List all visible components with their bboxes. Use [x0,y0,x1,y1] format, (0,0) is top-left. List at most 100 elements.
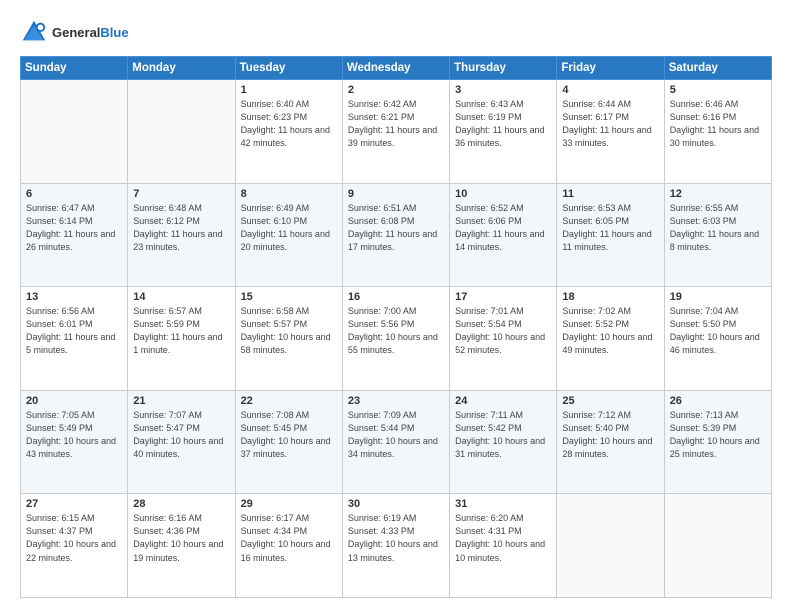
calendar-day-cell: 15Sunrise: 6:58 AMSunset: 5:57 PMDayligh… [235,287,342,391]
day-number: 26 [670,395,766,407]
day-detail: Sunrise: 7:05 AMSunset: 5:49 PMDaylight:… [26,409,122,461]
day-number: 2 [348,84,444,96]
page-header: GeneralBlue [20,18,772,46]
day-detail: Sunrise: 6:57 AMSunset: 5:59 PMDaylight:… [133,305,229,357]
weekday-header: Tuesday [235,57,342,80]
calendar-day-cell: 21Sunrise: 7:07 AMSunset: 5:47 PMDayligh… [128,390,235,494]
day-number: 14 [133,291,229,303]
day-detail: Sunrise: 6:20 AMSunset: 4:31 PMDaylight:… [455,512,551,564]
day-detail: Sunrise: 6:19 AMSunset: 4:33 PMDaylight:… [348,512,444,564]
calendar-day-cell: 13 Sunrise: 6:56 AMSunset: 6:01 PMDayligh… [21,287,128,391]
calendar-day-cell: 4Sunrise: 6:44 AMSunset: 6:17 PMDaylight… [557,80,664,184]
calendar-day-cell: 17Sunrise: 7:01 AMSunset: 5:54 PMDayligh… [450,287,557,391]
day-number: 1 [241,84,337,96]
calendar-day-cell: 7 Sunrise: 6:48 AMSunset: 6:12 PMDaylight… [128,183,235,287]
calendar-day-cell: 1 Sunrise: 6:40 AMSunset: 6:23 PMDaylight… [235,80,342,184]
calendar-table: SundayMondayTuesdayWednesdayThursdayFrid… [20,56,772,598]
day-detail: Sunrise: 6:52 AMSunset: 6:06 PMDaylight:… [455,202,551,254]
day-detail: Sunrise: 7:04 AMSunset: 5:50 PMDaylight:… [670,305,766,357]
day-detail: Sunrise: 7:02 AMSunset: 5:52 PMDaylight:… [562,305,658,357]
day-detail: Sunrise: 7:09 AMSunset: 5:44 PMDaylight:… [348,409,444,461]
day-number: 21 [133,395,229,407]
day-number: 27 [26,498,122,510]
day-number: 7 [133,188,229,200]
day-detail: Sunrise: 7:08 AMSunset: 5:45 PMDaylight:… [241,409,337,461]
day-detail: Sunrise: 7:13 AMSunset: 5:39 PMDaylight:… [670,409,766,461]
calendar-day-cell [21,80,128,184]
calendar-day-cell: 14 Sunrise: 6:57 AMSunset: 5:59 PMDayligh… [128,287,235,391]
calendar-page: GeneralBlue SundayMondayTuesdayWednesday… [0,0,792,612]
day-detail: Sunrise: 6:15 AMSunset: 4:37 PMDaylight:… [26,512,122,564]
day-number: 5 [670,84,766,96]
weekday-header: Monday [128,57,235,80]
day-detail: Sunrise: 7:12 AMSunset: 5:40 PMDaylight:… [562,409,658,461]
calendar-day-cell: 5 Sunrise: 6:46 AMSunset: 6:16 PMDaylight… [664,80,771,184]
day-detail: Sunrise: 6:46 AMSunset: 6:16 PMDaylight:… [670,98,766,150]
calendar-week-row: 1 Sunrise: 6:40 AMSunset: 6:23 PMDaylight… [21,80,772,184]
calendar-day-cell: 27 Sunrise: 6:15 AMSunset: 4:37 PMDayligh… [21,494,128,598]
day-detail: Sunrise: 6:40 AMSunset: 6:23 PMDaylight:… [241,98,337,150]
calendar-day-cell: 16 Sunrise: 7:00 AMSunset: 5:56 PMDayligh… [342,287,449,391]
day-detail: Sunrise: 6:17 AMSunset: 4:34 PMDaylight:… [241,512,337,564]
calendar-week-row: 6Sunrise: 6:47 AMSunset: 6:14 PMDaylight… [21,183,772,287]
day-number: 17 [455,291,551,303]
day-number: 25 [562,395,658,407]
weekday-header: Wednesday [342,57,449,80]
day-detail: Sunrise: 7:00 AMSunset: 5:56 PMDaylight:… [348,305,444,357]
weekday-header: Thursday [450,57,557,80]
day-number: 9 [348,188,444,200]
day-number: 18 [562,291,658,303]
day-number: 16 [348,291,444,303]
day-detail: Sunrise: 6:43 AMSunset: 6:19 PMDaylight:… [455,98,551,150]
day-number: 29 [241,498,337,510]
day-detail: Sunrise: 6:49 AMSunset: 6:10 PMDaylight:… [241,202,337,254]
calendar-day-cell [557,494,664,598]
calendar-day-cell: 22Sunrise: 7:08 AMSunset: 5:45 PMDayligh… [235,390,342,494]
calendar-day-cell: 19Sunrise: 7:04 AMSunset: 5:50 PMDayligh… [664,287,771,391]
calendar-day-cell: 25 Sunrise: 7:12 AMSunset: 5:40 PMDayligh… [557,390,664,494]
day-detail: Sunrise: 6:56 AMSunset: 6:01 PMDaylight:… [26,305,122,357]
calendar-day-cell [664,494,771,598]
day-detail: Sunrise: 6:58 AMSunset: 5:57 PMDaylight:… [241,305,337,357]
weekday-header: Friday [557,57,664,80]
calendar-day-cell: 20 Sunrise: 7:05 AMSunset: 5:49 PMDayligh… [21,390,128,494]
weekday-header: Sunday [21,57,128,80]
day-detail: Sunrise: 6:44 AMSunset: 6:17 PMDaylight:… [562,98,658,150]
calendar-day-cell: 8Sunrise: 6:49 AMSunset: 6:10 PMDaylight… [235,183,342,287]
day-number: 20 [26,395,122,407]
calendar-week-row: 27 Sunrise: 6:15 AMSunset: 4:37 PMDayligh… [21,494,772,598]
calendar-day-cell: 9 Sunrise: 6:51 AMSunset: 6:08 PMDaylight… [342,183,449,287]
calendar-day-cell: 2Sunrise: 6:42 AMSunset: 6:21 PMDaylight… [342,80,449,184]
calendar-day-cell: 23 Sunrise: 7:09 AMSunset: 5:44 PMDayligh… [342,390,449,494]
day-number: 30 [348,498,444,510]
calendar-day-cell [128,80,235,184]
day-number: 13 [26,291,122,303]
calendar-day-cell: 31 Sunrise: 6:20 AMSunset: 4:31 PMDayligh… [450,494,557,598]
day-detail: Sunrise: 6:51 AMSunset: 6:08 PMDaylight:… [348,202,444,254]
day-number: 12 [670,188,766,200]
day-number: 11 [562,188,658,200]
calendar-day-cell: 12 Sunrise: 6:55 AMSunset: 6:03 PMDayligh… [664,183,771,287]
calendar-day-cell: 30 Sunrise: 6:19 AMSunset: 4:33 PMDayligh… [342,494,449,598]
day-number: 6 [26,188,122,200]
day-number: 24 [455,395,551,407]
day-detail: Sunrise: 6:53 AMSunset: 6:05 PMDaylight:… [562,202,658,254]
calendar-day-cell: 26 Sunrise: 7:13 AMSunset: 5:39 PMDayligh… [664,390,771,494]
logo-text: GeneralBlue [52,25,129,40]
day-detail: Sunrise: 6:48 AMSunset: 6:12 PMDaylight:… [133,202,229,254]
day-detail: Sunrise: 6:55 AMSunset: 6:03 PMDaylight:… [670,202,766,254]
day-number: 31 [455,498,551,510]
day-number: 10 [455,188,551,200]
calendar-day-cell: 6Sunrise: 6:47 AMSunset: 6:14 PMDaylight… [21,183,128,287]
logo: GeneralBlue [20,18,129,46]
day-detail: Sunrise: 7:11 AMSunset: 5:42 PMDaylight:… [455,409,551,461]
calendar-week-row: 13 Sunrise: 6:56 AMSunset: 6:01 PMDayligh… [21,287,772,391]
calendar-day-cell: 24 Sunrise: 7:11 AMSunset: 5:42 PMDayligh… [450,390,557,494]
day-number: 23 [348,395,444,407]
calendar-day-cell: 18 Sunrise: 7:02 AMSunset: 5:52 PMDayligh… [557,287,664,391]
day-number: 28 [133,498,229,510]
day-detail: Sunrise: 6:16 AMSunset: 4:36 PMDaylight:… [133,512,229,564]
calendar-day-cell: 10 Sunrise: 6:52 AMSunset: 6:06 PMDayligh… [450,183,557,287]
weekday-header: Saturday [664,57,771,80]
calendar-day-cell: 11 Sunrise: 6:53 AMSunset: 6:05 PMDayligh… [557,183,664,287]
